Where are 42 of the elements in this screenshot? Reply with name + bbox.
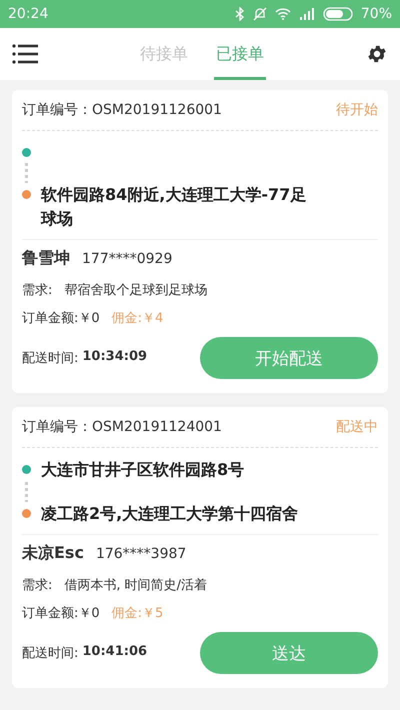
need-label: 需求: — [22, 282, 52, 299]
order-number: 订单编号：OSM20191124001 — [22, 418, 222, 436]
address: 软件园路84附近,大连理工大学-77足球场 — [41, 184, 308, 230]
route-line — [25, 163, 28, 183]
tab[interactable]: 已接单 — [214, 28, 266, 80]
customer-name: 鲁雪坤 — [22, 248, 70, 269]
order-number: 订单编号：OSM20191126001 — [22, 101, 222, 119]
delivery-time: 10:34:09 — [82, 349, 148, 366]
order-amount: 订单金额:￥0 — [22, 310, 100, 327]
need-label: 需求: — [22, 577, 52, 594]
commission: 佣金:￥5 — [112, 605, 164, 622]
order-status: 待开始 — [336, 101, 378, 119]
clock: 20:24 — [8, 6, 48, 22]
order-status: 配送中 — [336, 418, 378, 436]
customer-name: 未凉Esc — [22, 543, 84, 564]
location-dot — [22, 509, 31, 518]
need-text: 借两本书, 时间简史/活着 — [64, 577, 208, 594]
location-dot — [22, 190, 31, 199]
wifi-icon — [274, 8, 291, 20]
delivery-time-label: 配送时间: — [22, 350, 78, 367]
bluetooth-icon — [234, 7, 245, 21]
need-text: 帮宿舍取个足球到足球场 — [64, 282, 208, 299]
delivery-time-label: 配送时间: — [22, 645, 78, 662]
bell-off-icon — [252, 7, 267, 21]
order-amount: 订单金额:￥0 — [22, 605, 100, 622]
battery-percent: 70% — [360, 6, 392, 22]
phone-number: 176****3987 — [96, 546, 186, 562]
action-button[interactable]: 送达 — [200, 632, 378, 674]
commission: 佣金:￥4 — [112, 310, 164, 327]
delivery-time: 10:41:06 — [82, 644, 148, 661]
action-button[interactable]: 开始配送 — [200, 337, 378, 379]
phone-number: 177****0929 — [82, 251, 172, 267]
battery-icon — [322, 7, 353, 21]
tab[interactable]: 待接单 — [138, 28, 190, 80]
location-dot — [22, 148, 31, 157]
route-line — [25, 482, 28, 502]
address: 大连市甘井子区软件园路8号 — [41, 459, 244, 481]
menu-icon[interactable] — [12, 44, 38, 64]
signal-icon — [298, 8, 315, 20]
settings-icon[interactable] — [366, 43, 388, 65]
address: 凌工路2号,大连理工大学第十四宿舍 — [41, 503, 298, 525]
location-dot — [22, 465, 31, 474]
